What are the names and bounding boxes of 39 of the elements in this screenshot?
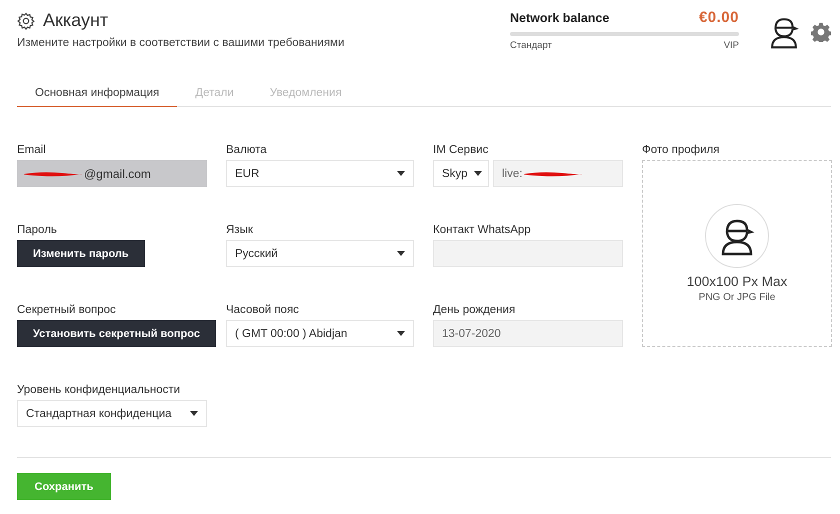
field-label: Валюта [226, 143, 268, 158]
field-label: Секретный вопрос [17, 303, 117, 318]
service-select[interactable]: Skyp [433, 160, 489, 187]
action-button[interactable]: Изменить пароль [17, 240, 145, 267]
field-label: Язык [226, 223, 254, 238]
balance-label: Network balance [510, 11, 610, 25]
email-field[interactable]: @gmail.com [17, 160, 207, 187]
settings-icon [17, 12, 35, 30]
tab[interactable]: Основная информация [17, 79, 178, 107]
level-max-label: VIP [724, 40, 739, 51]
field-label: День рождения [433, 303, 516, 318]
field-label: Часовой пояс [226, 303, 300, 318]
field-label: Уровень конфиденциальности [17, 383, 182, 398]
caret-icon [474, 171, 482, 176]
page-subtitle: Измените настройки в соответствии с вашими требованиями [17, 37, 346, 49]
field-label: IM Сервис [433, 143, 490, 158]
page-title: Аккаунт [43, 10, 108, 31]
level-min-label: Стандарт [510, 40, 552, 51]
size-hint: 100x100 Px Max [686, 274, 788, 289]
caret-icon [397, 251, 405, 256]
field-value: live: [502, 168, 522, 180]
caret-icon [397, 171, 405, 176]
caret-icon [397, 331, 405, 336]
balance-amount: €0.00 [698, 9, 739, 26]
im-field[interactable]: live: [493, 160, 623, 187]
select-field[interactable]: Русский [226, 240, 414, 267]
settings-icon[interactable] [811, 22, 831, 42]
caret-icon [190, 411, 198, 416]
select-field[interactable]: ( GMT 00:00 ) Abidjan [226, 320, 414, 347]
field-label: Email [17, 143, 47, 158]
select-field[interactable]: Стандартная конфиденциа [17, 400, 207, 427]
select-field[interactable]: EUR [226, 160, 414, 187]
field-label: Контакт WhatsApp [433, 223, 532, 238]
action-button[interactable]: Установить секретный вопрос [17, 320, 216, 347]
photo-upload-area[interactable]: 100x100 Px Max PNG Or JPG File [642, 160, 832, 347]
field-label: Фото профиля [642, 143, 720, 158]
field-label: Пароль [17, 223, 58, 238]
format-hint: PNG Or JPG File [698, 292, 776, 303]
field-value: @gmail.com [84, 166, 151, 180]
